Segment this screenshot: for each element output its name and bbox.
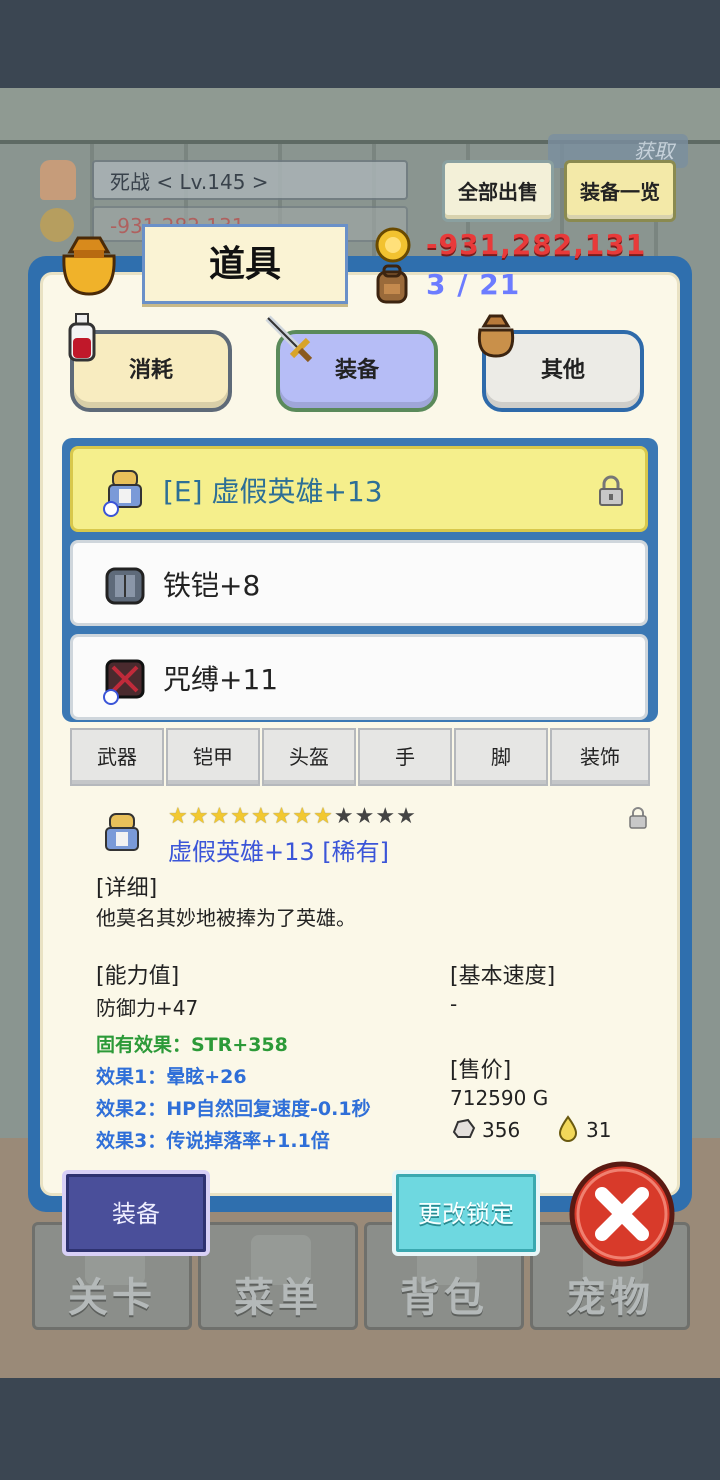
star-empty-icon: ★ [354, 804, 376, 829]
slot-tab-accessory[interactable]: 装饰 [550, 728, 650, 786]
equipment-list-button[interactable]: 装备一览 [564, 160, 676, 222]
slot-tab-helmet[interactable]: 头盔 [262, 728, 356, 786]
price-header: [售价] [450, 1058, 512, 1083]
star-filled-icon: ★ [271, 804, 293, 829]
item-name: 铁铠+8 [163, 569, 261, 602]
inherent-effect: 固有效果：STR+358 [96, 1034, 288, 1056]
change-lock-button[interactable]: 更改锁定 [392, 1170, 540, 1256]
nav-pet-label: 宠物 [566, 1275, 654, 1321]
nav-stage-label: 关卡 [68, 1275, 156, 1321]
sell-all-button[interactable]: 全部出售 [442, 160, 554, 222]
player-name-label: 死战 < Lv.145 > [92, 160, 408, 200]
item-name: [E] 虚假英雄+13 [163, 475, 383, 508]
item-name: 咒缚+11 [163, 663, 279, 696]
lock-icon [599, 475, 623, 506]
hero-armor-icon [103, 470, 142, 517]
star-filled-icon: ★ [313, 804, 334, 829]
panel-title: 道具 [142, 224, 348, 304]
star-filled-icon: ★ [188, 804, 210, 829]
cursed-armor-icon [103, 659, 145, 705]
slot-tab-weapon[interactable]: 武器 [70, 728, 164, 786]
gold-coin-icon [375, 227, 411, 263]
nav-menu-label: 菜单 [234, 1275, 322, 1321]
sword-icon [265, 315, 313, 363]
slot-tab-foot[interactable]: 脚 [454, 728, 548, 786]
stats-header: [能力值] [96, 964, 180, 989]
nav-menu-button[interactable]: 菜单 [198, 1222, 358, 1330]
player-avatar-icon [40, 160, 76, 200]
backpack-icon [376, 264, 408, 304]
effect-1: 效果1：晕眩+26 [96, 1066, 247, 1088]
star-filled-icon: ★ [230, 804, 251, 829]
star-empty-icon: ★ [396, 804, 417, 829]
star-empty-icon: ★ [375, 804, 397, 829]
speed-value: - [450, 992, 458, 1016]
potion-icon [68, 313, 96, 362]
iron-armor-icon [105, 567, 145, 605]
list-item-selected[interactable]: [E] 虚假英雄+13 [70, 446, 648, 532]
inventory-capacity: 3 / 21 [426, 268, 521, 301]
speed-header: [基本速度] [450, 964, 556, 989]
effect-3: 效果3：传说掉落率+1.1倍 [96, 1130, 330, 1152]
detail-lock-icon [629, 807, 647, 829]
drop-icon [558, 1115, 578, 1142]
list-item[interactable]: 咒缚+11 [70, 634, 648, 720]
detail-item-name: 虚假英雄+13 [稀有] [168, 838, 390, 866]
slot-tab-armor[interactable]: 铠甲 [166, 728, 260, 786]
close-icon[interactable] [568, 1160, 676, 1268]
detail-header: [详细] [96, 876, 158, 901]
star-filled-icon: ★ [250, 804, 272, 829]
defense-stat: 防御力+47 [96, 996, 199, 1020]
star-filled-icon: ★ [209, 804, 231, 829]
item-description: 他莫名其妙地被捧为了英雄。 [96, 906, 356, 930]
star-empty-icon: ★ [333, 804, 355, 829]
selected-item-icon [105, 813, 139, 851]
pouch-icon [477, 314, 515, 358]
stone-icon [452, 1118, 476, 1138]
effect-2: 效果2：HP自然回复速度-0.1秒 [96, 1098, 371, 1120]
slot-tab-hand[interactable]: 手 [358, 728, 452, 786]
item-bag-icon [62, 236, 116, 296]
equip-button[interactable]: 装备 [62, 1170, 210, 1256]
sell-price: 712590 G [450, 1086, 549, 1110]
stone-value: 356 [482, 1118, 521, 1142]
gold-amount: -931,282,131 [426, 228, 647, 261]
star-filled-icon: ★ [292, 804, 314, 829]
rarity-stars: ★★★★★★★★★★★★ [168, 804, 417, 829]
nav-bag-label: 背包 [400, 1275, 488, 1321]
star-filled-icon: ★ [168, 804, 189, 829]
drop-value: 31 [586, 1118, 612, 1142]
list-item[interactable]: 铁铠+8 [70, 540, 648, 626]
